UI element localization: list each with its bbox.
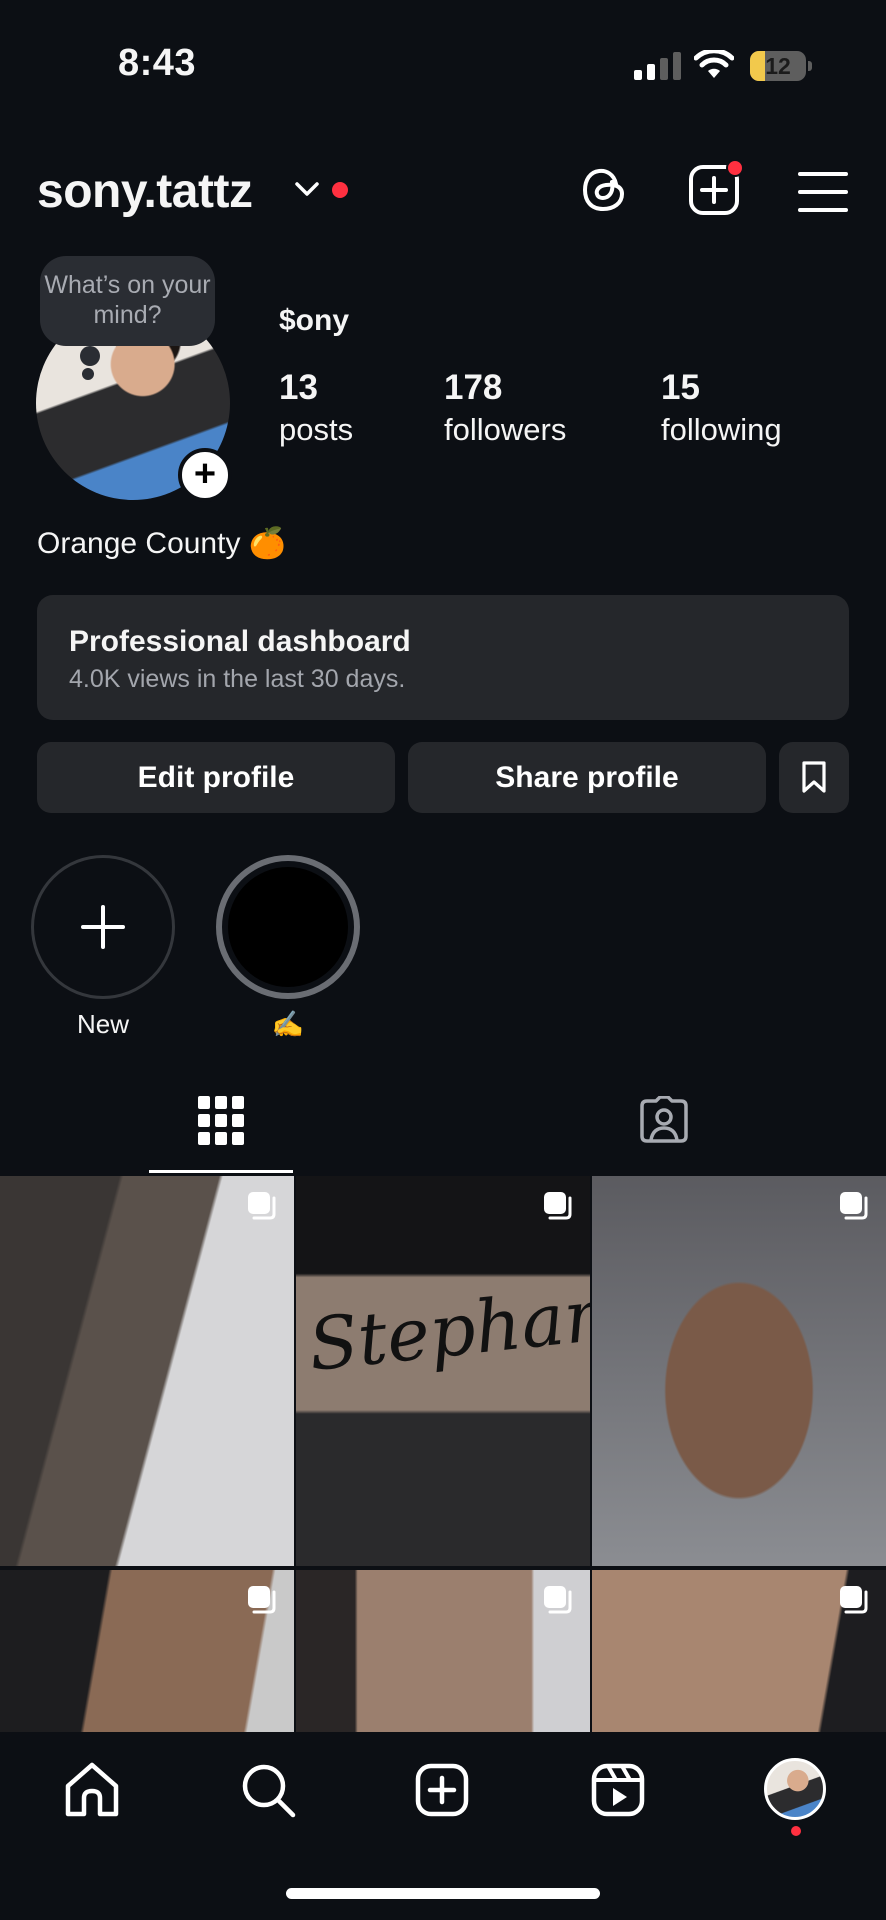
profile-tab-avatar[interactable] xyxy=(764,1758,826,1820)
stat-following[interactable]: 15 following xyxy=(661,368,782,448)
battery-icon: 12 xyxy=(750,51,812,81)
post-tattoo-text: Stephanie xyxy=(304,1264,590,1388)
profile-screen: 8:43 12 sony.tattz What’s on your mind? … xyxy=(0,0,886,1920)
stat-followers[interactable]: 178 followers xyxy=(444,368,566,448)
status-time: 8:43 xyxy=(118,42,197,84)
create-notification-dot xyxy=(726,159,744,177)
grid-icon xyxy=(198,1096,244,1145)
saved-button[interactable] xyxy=(779,742,849,813)
multiple-photos-icon xyxy=(248,1192,276,1220)
bubble-tail-small xyxy=(82,368,94,380)
tab-tagged[interactable] xyxy=(600,1092,728,1176)
edit-profile-button[interactable]: Edit profile xyxy=(37,742,395,813)
stat-value: 15 xyxy=(661,368,700,407)
stat-label: posts xyxy=(279,412,354,447)
tab-posts-grid[interactable] xyxy=(149,1092,293,1176)
multiple-photos-icon xyxy=(544,1192,572,1220)
display-name: $ony xyxy=(279,304,350,337)
profile-username[interactable]: sony.tattz xyxy=(37,164,253,219)
dashboard-subtitle: 4.0K views in the last 30 days. xyxy=(69,665,406,693)
reels-icon[interactable] xyxy=(588,1760,648,1820)
dashboard-title: Professional dashboard xyxy=(69,625,411,658)
profile-bio: Orange County 🍊 xyxy=(37,527,287,560)
battery-percent: 12 xyxy=(765,53,791,79)
home-icon[interactable] xyxy=(62,1760,122,1820)
bookmark-icon xyxy=(802,761,826,793)
stat-value: 13 xyxy=(279,368,318,407)
multiple-photos-icon xyxy=(840,1586,868,1614)
post-thumbnail[interactable] xyxy=(592,1176,886,1566)
highlight-label: ✍️ xyxy=(271,1009,305,1039)
chevron-down-icon[interactable] xyxy=(294,180,320,198)
stat-value: 178 xyxy=(444,368,503,407)
menu-icon[interactable] xyxy=(796,165,850,219)
stat-posts[interactable]: 13 posts xyxy=(279,368,353,448)
add-story-button[interactable]: + xyxy=(178,448,232,502)
share-profile-button[interactable]: Share profile xyxy=(408,742,766,813)
search-icon[interactable] xyxy=(238,1760,298,1820)
highlight-new[interactable]: New xyxy=(31,855,175,1040)
multiple-photos-icon xyxy=(248,1586,276,1614)
bubble-tail xyxy=(80,346,100,366)
tagged-person-icon xyxy=(640,1096,688,1143)
highlight-label: New xyxy=(76,1009,129,1039)
active-tab-indicator xyxy=(149,1170,293,1173)
highlight-story[interactable]: ✍️ xyxy=(216,855,360,1040)
note-prompt-bubble[interactable]: What’s on your mind? xyxy=(40,256,215,346)
stat-label: following xyxy=(661,412,782,447)
professional-dashboard[interactable]: Professional dashboard 4.0K views in the… xyxy=(37,595,849,720)
profile-notification-dot xyxy=(791,1826,801,1836)
cellular-signal-icon xyxy=(634,52,681,80)
stat-label: followers xyxy=(444,412,567,447)
home-indicator[interactable] xyxy=(286,1888,600,1899)
wifi-icon xyxy=(694,50,734,78)
post-thumbnail[interactable] xyxy=(0,1176,294,1566)
multiple-photos-icon xyxy=(544,1586,572,1614)
plus-icon xyxy=(81,905,125,949)
create-icon[interactable] xyxy=(412,1760,472,1820)
post-thumbnail[interactable]: Stephanie xyxy=(296,1176,590,1566)
account-notification-dot xyxy=(332,182,348,198)
multiple-photos-icon xyxy=(840,1192,868,1220)
threads-icon[interactable] xyxy=(578,163,632,217)
